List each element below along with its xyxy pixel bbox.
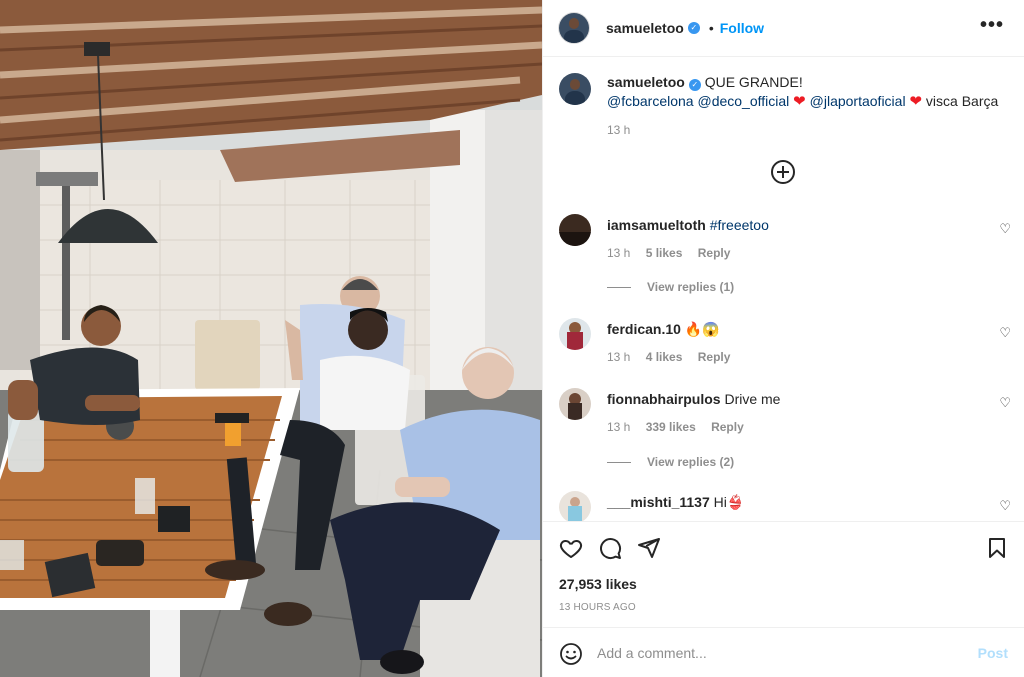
save-bookmark-icon[interactable] (985, 536, 1009, 560)
post-photo[interactable] (0, 0, 542, 677)
mention-fcbarcelona[interactable]: @fcbarcelona (607, 93, 694, 109)
share-paper-plane-icon[interactable] (637, 536, 661, 560)
mention-jlaportaoficial[interactable]: @jlaportaoficial (810, 93, 906, 109)
comments-scroll-area[interactable]: samueletoo ✓ QUE GRANDE! @fcbarcelona @de… (543, 57, 1024, 521)
follow-button[interactable]: Follow (720, 20, 764, 36)
red-heart-emoji-icon: ❤ (909, 93, 923, 110)
post-likes-count[interactable]: 27,953 likes (559, 576, 637, 592)
comment-like-heart-icon[interactable]: ♡ (999, 221, 1011, 237)
comment-meta: 13 h 4 likes Reply (607, 350, 742, 364)
red-heart-emoji-icon: ❤ (793, 93, 806, 110)
instagram-post-view: samueletoo ✓ • Follow ••• samueletoo ✓ QU… (0, 0, 1024, 677)
comment-bubble-icon[interactable] (598, 536, 622, 560)
commenter-avatar[interactable] (559, 318, 591, 350)
comment-text-line: ferdican.10 🔥😱 (607, 320, 720, 338)
post-details-panel: samueletoo ✓ • Follow ••• samueletoo ✓ QU… (542, 0, 1024, 677)
caption-username[interactable]: samueletoo (607, 74, 685, 90)
comment-time[interactable]: 13 h (607, 420, 630, 434)
post-timestamp[interactable]: 13 HOURS AGO (559, 602, 636, 613)
author-avatar[interactable] (559, 13, 589, 43)
comment-text-line: ___mishti_1137 Hi👙 (607, 493, 744, 511)
comment-item: ___mishti_1137 Hi👙 ♡ (559, 491, 1011, 521)
comment-username[interactable]: iamsamueltoth (607, 217, 706, 233)
replies-divider-line (607, 286, 631, 288)
view-replies-label: View replies (1) (647, 280, 735, 294)
separator-dot: • (708, 20, 714, 36)
like-heart-outline-icon[interactable] (559, 536, 583, 560)
verified-badge-icon: ✓ (687, 22, 700, 34)
post-actions-bar: 27,953 likes 13 HOURS AGO (543, 521, 1024, 627)
caption-text-block: samueletoo ✓ QUE GRANDE! @fcbarcelona @de… (607, 73, 1007, 111)
commenter-avatar[interactable] (559, 388, 591, 420)
comment-likes[interactable]: 339 likes (646, 420, 696, 434)
comment-text: 🔥😱 (684, 321, 720, 337)
comment-text: Drive me (724, 391, 781, 407)
comment-item: ferdican.10 🔥😱 13 h 4 likes Reply ♡ (559, 318, 1011, 378)
comment-username[interactable]: ferdican.10 (607, 321, 681, 337)
replies-divider-line (607, 461, 631, 463)
comment-likes[interactable]: 4 likes (646, 350, 683, 364)
comment-reply-button[interactable]: Reply (698, 350, 731, 364)
comment-reply-button[interactable]: Reply (698, 246, 731, 260)
post-photo-image (0, 0, 542, 677)
post-header: samueletoo ✓ • Follow ••• (543, 0, 1024, 57)
comment-like-heart-icon[interactable]: ♡ (999, 498, 1011, 514)
comment-text: Hi👙 (713, 494, 745, 510)
add-comment-bar: Post (543, 627, 1024, 677)
comment-meta: 13 h 5 likes Reply (607, 246, 742, 260)
comment-hashtag[interactable]: #freeetoo (710, 217, 769, 233)
comment-like-heart-icon[interactable]: ♡ (999, 325, 1011, 341)
load-more-comments-plus-icon[interactable] (771, 160, 795, 184)
comment-meta: 13 h 339 likes Reply (607, 420, 756, 434)
emoji-smiley-icon[interactable] (559, 642, 583, 666)
commenter-avatar[interactable] (559, 214, 591, 246)
view-replies-label: View replies (2) (647, 455, 735, 469)
more-options-icon[interactable]: ••• (980, 14, 1004, 37)
comment-time[interactable]: 13 h (607, 350, 630, 364)
verified-badge-icon: ✓ (688, 79, 701, 91)
view-replies-button[interactable]: View replies (1) (607, 280, 734, 294)
comment-input[interactable] (597, 641, 937, 665)
author-username[interactable]: samueletoo (606, 20, 684, 36)
comment-username[interactable]: ___mishti_1137 (607, 494, 710, 510)
comment-likes[interactable]: 5 likes (646, 246, 683, 260)
comment-like-heart-icon[interactable]: ♡ (999, 395, 1011, 411)
mention-deco-official[interactable]: @deco_official (697, 93, 789, 109)
comment-text-line: fionnabhairpulos Drive me (607, 390, 780, 408)
comment-username[interactable]: fionnabhairpulos (607, 391, 721, 407)
comment-text-line: iamsamueltoth #freeetoo (607, 216, 769, 234)
caption-text: QUE GRANDE! (704, 74, 803, 90)
view-replies-button[interactable]: View replies (2) (607, 455, 734, 469)
caption-avatar[interactable] (559, 73, 591, 105)
post-comment-button[interactable]: Post (978, 645, 1008, 661)
comment-reply-button[interactable]: Reply (711, 420, 744, 434)
caption-timestamp[interactable]: 13 h (607, 123, 630, 137)
comment-item: fionnabhairpulos Drive me 13 h 339 likes… (559, 388, 1011, 448)
comment-item: iamsamueltoth #freeetoo 13 h 5 likes Rep… (559, 214, 1011, 274)
comment-time[interactable]: 13 h (607, 246, 630, 260)
caption-tail-text: visca Barça (925, 93, 999, 109)
commenter-avatar[interactable] (559, 491, 591, 521)
